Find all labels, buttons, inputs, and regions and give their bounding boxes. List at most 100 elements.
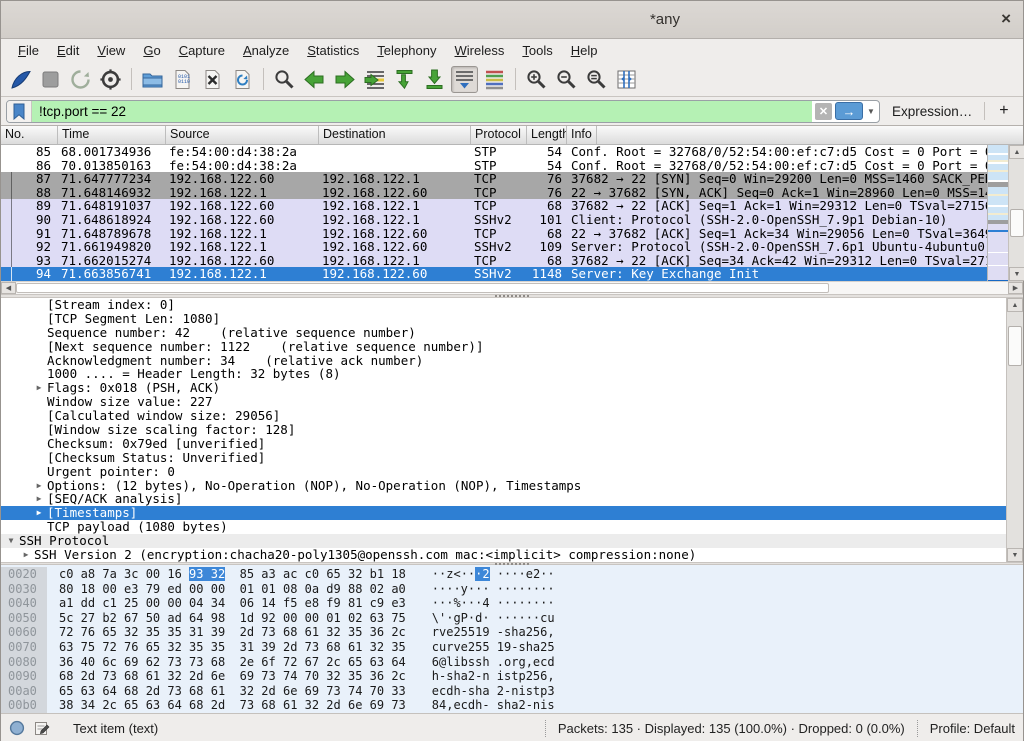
scroll-thumb[interactable] <box>1010 209 1024 237</box>
open-file-icon[interactable] <box>139 66 166 93</box>
packet-list-hscrollbar[interactable]: ◀ ▶ <box>1 281 1023 294</box>
zoom-out-icon[interactable] <box>553 66 580 93</box>
column-header-destination[interactable]: Destination <box>319 126 471 144</box>
packet-row[interactable]: 9471.663856741192.168.122.1192.168.122.6… <box>1 267 987 281</box>
packet-row[interactable]: 8871.648146932192.168.122.1192.168.122.6… <box>1 186 987 200</box>
expression-button[interactable]: Expression… <box>880 104 984 119</box>
detail-line[interactable]: ▶Options: (12 bytes), No-Operation (NOP)… <box>1 479 1006 493</box>
hex-ascii[interactable]: h-sha2-n istp256, <box>432 669 555 684</box>
expert-info-icon[interactable] <box>9 720 25 736</box>
hex-row[interactable]: 00505c 27 b2 67 50 ad 64 98 1d 92 00 00 … <box>1 611 1023 626</box>
hex-ascii[interactable]: rve25519 -sha256, <box>432 625 555 640</box>
expand-right-icon[interactable]: ▶ <box>31 381 47 395</box>
detail-line[interactable]: Acknowledgment number: 34 (relative ack … <box>1 354 1006 368</box>
profile-text[interactable]: Profile: Default <box>930 721 1015 736</box>
menu-item-help[interactable]: Help <box>562 40 607 61</box>
scroll-up-icon[interactable]: ▲ <box>1009 145 1024 159</box>
column-header-no[interactable]: No. <box>1 126 58 144</box>
go-back-icon[interactable] <box>301 66 328 93</box>
zoom-reset-icon[interactable] <box>583 66 610 93</box>
packet-row[interactable]: 9071.648618924192.168.122.60192.168.122.… <box>1 213 987 227</box>
menu-item-statistics[interactable]: Statistics <box>298 40 368 61</box>
hex-row[interactable]: 00b038 34 2c 65 63 64 68 2d 73 68 61 32 … <box>1 698 1023 713</box>
packet-row[interactable]: 8568.001734936fe:54:00:d4:38:2aSTP54Conf… <box>1 145 987 159</box>
hex-bytes[interactable]: 38 34 2c 65 63 64 68 2d 73 68 61 32 2d 6… <box>59 698 406 713</box>
detail-line[interactable]: ▶[Timestamps] <box>1 506 1006 520</box>
detail-line[interactable]: [Next sequence number: 1122 (relative se… <box>1 340 1006 354</box>
packet-row[interactable]: 9371.662015274192.168.122.60192.168.122.… <box>1 254 987 268</box>
stop-capture-icon[interactable] <box>37 66 64 93</box>
detail-line[interactable]: [TCP Segment Len: 1080] <box>1 312 1006 326</box>
filter-dropdown-icon[interactable]: ▼ <box>863 107 879 116</box>
menu-item-view[interactable]: View <box>88 40 134 61</box>
hex-ascii[interactable]: curve255 19-sha25 <box>432 640 555 655</box>
intelligent-scrollbar-minimap[interactable] <box>987 145 1008 281</box>
reload-file-icon[interactable] <box>229 66 256 93</box>
hex-bytes[interactable]: 63 75 72 76 65 32 35 35 31 39 2d 73 68 6… <box>59 640 406 655</box>
detail-line[interactable]: Sequence number: 42 (relative sequence n… <box>1 326 1006 340</box>
column-header-info[interactable]: Info <box>567 126 597 144</box>
capture-options-icon[interactable] <box>97 66 124 93</box>
detail-line[interactable]: Urgent pointer: 0 <box>1 465 1006 479</box>
hex-bytes[interactable]: 72 76 65 32 35 35 31 39 2d 73 68 61 32 3… <box>59 625 406 640</box>
hex-ascii[interactable]: ··z<···2 ····e2·· <box>432 567 555 582</box>
menu-item-tools[interactable]: Tools <box>513 40 561 61</box>
filter-bookmark-icon[interactable] <box>7 101 32 122</box>
menu-item-telephony[interactable]: Telephony <box>368 40 445 61</box>
scroll-thumb[interactable] <box>1008 326 1022 366</box>
hex-bytes[interactable]: c0 a8 7a 3c 00 16 93 32 85 a3 ac c0 65 3… <box>59 567 406 582</box>
menu-item-capture[interactable]: Capture <box>170 40 234 61</box>
hex-row[interactable]: 0020c0 a8 7a 3c 00 16 93 32 85 a3 ac c0 … <box>1 567 1023 582</box>
detail-line[interactable]: [Calculated window size: 29056] <box>1 409 1006 423</box>
close-file-icon[interactable] <box>199 66 226 93</box>
hex-row[interactable]: 006072 76 65 32 35 35 31 39 2d 73 68 61 … <box>1 625 1023 640</box>
details-vscrollbar[interactable]: ▲ ▼ <box>1006 298 1023 562</box>
scroll-left-icon[interactable]: ◀ <box>1 282 16 294</box>
hex-ascii[interactable]: 84,ecdh- sha2-nis <box>432 698 555 713</box>
hex-row[interactable]: 0040a1 dd c1 25 00 00 04 34 06 14 f5 e8 … <box>1 596 1023 611</box>
hex-ascii[interactable]: \'·gP·d· ······cu <box>432 611 555 626</box>
menu-item-analyze[interactable]: Analyze <box>234 40 298 61</box>
packet-row[interactable]: 8670.013850163fe:54:00:d4:38:2aSTP54Conf… <box>1 159 987 173</box>
hex-row[interactable]: 003080 18 00 e3 79 ed 00 00 01 01 08 0a … <box>1 582 1023 597</box>
packet-list-vscrollbar[interactable]: ▲ ▼ <box>1008 145 1024 281</box>
menu-item-go[interactable]: Go <box>134 40 169 61</box>
hex-row[interactable]: 00a065 63 64 68 2d 73 68 61 32 2d 6e 69 … <box>1 684 1023 699</box>
save-file-icon[interactable]: 01010110 <box>169 66 196 93</box>
packet-row[interactable]: 9271.661949820192.168.122.1192.168.122.6… <box>1 240 987 254</box>
scroll-track[interactable] <box>16 282 1008 294</box>
hex-bytes[interactable]: 80 18 00 e3 79 ed 00 00 01 01 08 0a d9 8… <box>59 582 406 597</box>
zoom-in-icon[interactable] <box>523 66 550 93</box>
expand-right-icon[interactable]: ▶ <box>31 506 47 520</box>
scroll-right-icon[interactable]: ▶ <box>1008 282 1023 294</box>
menu-item-wireless[interactable]: Wireless <box>446 40 514 61</box>
detail-line[interactable]: [Checksum Status: Unverified] <box>1 451 1006 465</box>
detail-line[interactable]: TCP payload (1080 bytes) <box>1 520 1006 534</box>
menu-item-edit[interactable]: Edit <box>48 40 88 61</box>
restart-capture-icon[interactable] <box>67 66 94 93</box>
hex-ascii[interactable]: ····y··· ········ <box>432 582 555 597</box>
column-header-source[interactable]: Source <box>166 126 319 144</box>
auto-scroll-icon[interactable] <box>451 66 478 93</box>
expand-right-icon[interactable]: ▶ <box>31 492 47 506</box>
filter-clear-icon[interactable]: ✕ <box>815 103 832 120</box>
scroll-track[interactable] <box>1007 312 1023 548</box>
colorize-icon[interactable] <box>481 66 508 93</box>
hex-bytes[interactable]: 68 2d 73 68 61 32 2d 6e 69 73 74 70 32 3… <box>59 669 406 684</box>
packet-row[interactable]: 9171.648789678192.168.122.1192.168.122.6… <box>1 227 987 241</box>
hex-bytes[interactable]: a1 dd c1 25 00 00 04 34 06 14 f5 e8 f9 8… <box>59 596 406 611</box>
expand-down-icon[interactable]: ▼ <box>3 534 19 548</box>
resize-columns-icon[interactable] <box>613 66 640 93</box>
hex-ascii[interactable]: 6@libssh .org,ecd <box>432 655 555 670</box>
detail-line[interactable]: [Window size scaling factor: 128] <box>1 423 1006 437</box>
packet-row[interactable]: 8971.648191037192.168.122.60192.168.122.… <box>1 199 987 213</box>
menu-item-file[interactable]: File <box>9 40 48 61</box>
filter-apply-icon[interactable]: → <box>835 102 863 120</box>
column-header-protocol[interactable]: Protocol <box>471 126 527 144</box>
detail-line[interactable]: ▶Flags: 0x018 (PSH, ACK) <box>1 381 1006 395</box>
packet-row[interactable]: 8771.647777234192.168.122.60192.168.122.… <box>1 172 987 186</box>
find-packet-icon[interactable] <box>271 66 298 93</box>
add-filter-button[interactable]: + <box>985 102 1022 120</box>
detail-line[interactable]: 1000 .... = Header Length: 32 bytes (8) <box>1 367 1006 381</box>
detail-line[interactable]: Window size value: 227 <box>1 395 1006 409</box>
